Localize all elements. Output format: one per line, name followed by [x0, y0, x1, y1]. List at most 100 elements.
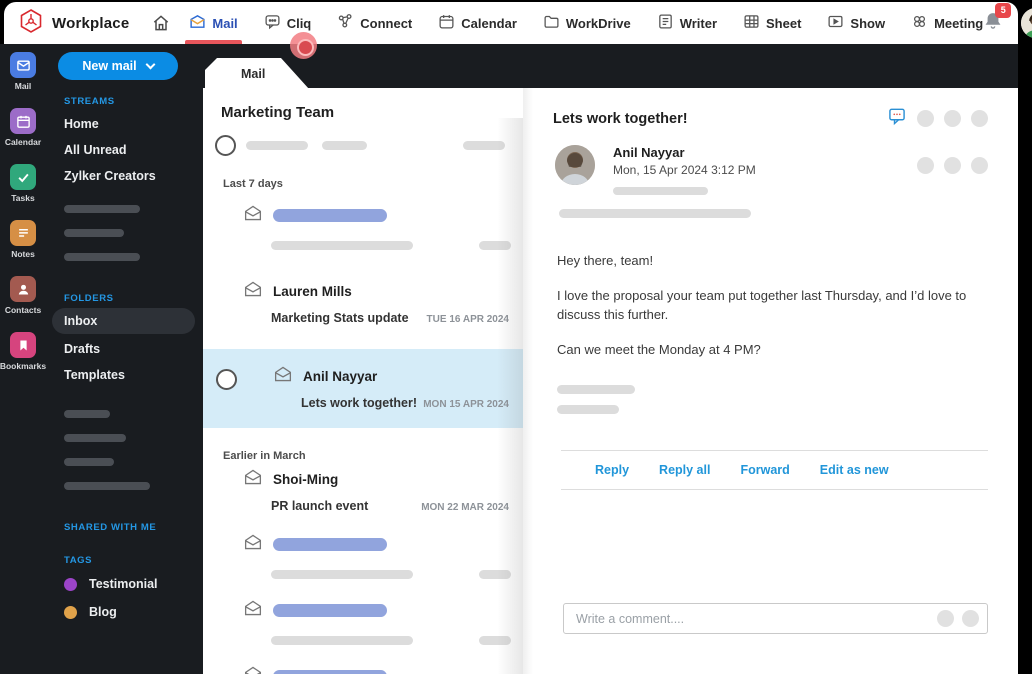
user-avatar[interactable] — [1021, 8, 1032, 38]
home-icon[interactable] — [151, 13, 171, 33]
mail-item-shoi-ming[interactable]: Shoi-Ming PR launch event MON 22 MAR 202… — [203, 462, 523, 525]
placeholder-bar — [246, 141, 308, 150]
network-icon — [337, 13, 354, 33]
sender-name: Anil Nayyar — [613, 145, 685, 160]
forward-link[interactable]: Forward — [740, 463, 789, 477]
tag-label: Testimonial — [89, 577, 158, 591]
topnav-item-show[interactable]: Show — [827, 2, 885, 44]
bookmarks-app-icon — [10, 332, 36, 358]
topnav-item-workdrive[interactable]: WorkDrive — [543, 2, 631, 44]
placeholder-bar — [64, 205, 140, 213]
select-all-checkbox[interactable] — [215, 135, 236, 156]
sidebar-item-home[interactable]: Home — [46, 111, 203, 137]
streams-section-label: STREAMS — [64, 96, 115, 107]
topnav-label: WorkDrive — [565, 15, 631, 31]
message-reader-panel: Lets work together! Anil Nayyar Mon, 15 … — [523, 88, 1018, 674]
placeholder-bar — [273, 209, 387, 222]
topnav-item-writer[interactable]: Writer — [657, 2, 717, 44]
placeholder-bar — [613, 187, 708, 195]
topnav-label: Connect — [360, 15, 413, 31]
mail-subject: PR launch event — [271, 499, 369, 513]
message-subject: Lets work together! — [553, 110, 688, 127]
toolbar-action-placeholder[interactable] — [944, 110, 961, 127]
tag-blog[interactable]: Blog — [46, 598, 203, 626]
placeholder-bar — [271, 241, 413, 250]
shared-section-label: SHARED WITH ME — [64, 522, 157, 533]
mail-subject: Lets work together! — [301, 396, 417, 410]
mail-sender: Lauren Mills — [273, 284, 352, 299]
mail-list-panel: Marketing Team Last 7 days Lauren Mills … — [203, 88, 523, 674]
tag-testimonial[interactable]: Testimonial — [46, 570, 203, 598]
placeholder-bar — [559, 209, 751, 218]
topbar-right: 5 — [983, 2, 1032, 38]
topnav-item-calendar[interactable]: Calendar — [438, 2, 517, 44]
rail-label: Calendar — [4, 137, 42, 147]
sender-avatar — [555, 145, 595, 185]
rail-item-bookmarks[interactable]: Bookmarks — [0, 332, 46, 371]
sidebar-item-templates[interactable]: Templates — [46, 362, 203, 388]
comment-box — [563, 603, 988, 634]
sidebar-item-all-unread[interactable]: All Unread — [46, 137, 203, 163]
comment-input[interactable] — [576, 611, 937, 626]
mail-item-skeleton[interactable] — [203, 645, 523, 674]
topnav-item-sheet[interactable]: Sheet — [743, 2, 801, 44]
comment-action-placeholder[interactable] — [937, 610, 954, 627]
placeholder-bar — [64, 482, 150, 490]
rail-item-notes[interactable]: Notes — [10, 220, 36, 259]
message-action-placeholder[interactable] — [917, 157, 934, 174]
reply-link[interactable]: Reply — [595, 463, 629, 477]
mail-date: MON 15 APR 2024 — [423, 399, 509, 410]
comments-icon[interactable] — [887, 106, 907, 131]
message-action-placeholder[interactable] — [944, 157, 961, 174]
mail-item-anil[interactable]: Anil Nayyar Lets work together! MON 15 A… — [203, 349, 523, 428]
mail-item-skeleton[interactable] — [203, 579, 523, 645]
comment-action-placeholder[interactable] — [962, 610, 979, 627]
topbar: Workplace Mail Cliq Connect Calendar Wor… — [4, 2, 1032, 44]
envelope-icon — [243, 468, 263, 491]
mail-sidebar: New mail STREAMS Home All Unread Zylker … — [46, 52, 203, 626]
rail-item-contacts[interactable]: Contacts — [5, 276, 41, 315]
placeholder-bar — [273, 670, 387, 674]
mail-subject: Marketing Stats update — [271, 311, 409, 325]
message-action-placeholder[interactable] — [971, 157, 988, 174]
new-mail-button[interactable]: New mail — [58, 52, 178, 80]
reply-all-link[interactable]: Reply all — [659, 463, 710, 477]
envelope-icon — [273, 365, 293, 388]
topnav-label: Sheet — [766, 15, 802, 31]
group-label-recent: Last 7 days — [223, 178, 283, 190]
topnav-item-mail[interactable]: Mail — [185, 2, 243, 44]
sidebar-item-inbox[interactable]: Inbox — [52, 308, 195, 334]
toolbar-action-placeholder[interactable] — [917, 110, 934, 127]
sidebar-item-zylker-creators[interactable]: Zylker Creators — [46, 163, 203, 189]
click-indicator — [290, 32, 317, 59]
group-label-earlier: Earlier in March — [223, 450, 306, 462]
topnav-label: Writer — [679, 15, 718, 31]
notifications-bell-icon[interactable]: 5 — [983, 2, 1012, 37]
rail-item-mail[interactable]: Mail — [10, 52, 36, 91]
placeholder-bar — [463, 141, 505, 150]
placeholder-bar — [64, 410, 110, 418]
topnav-item-connect[interactable]: Connect — [337, 2, 412, 44]
presentation-icon — [827, 13, 844, 33]
toolbar-action-placeholder[interactable] — [971, 110, 988, 127]
body-paragraph: I love the proposal your team put togeth… — [557, 287, 967, 322]
rail-item-calendar[interactable]: Calendar — [5, 108, 41, 147]
placeholder-bar — [557, 385, 635, 395]
topnav-label: Show — [850, 15, 886, 31]
rail-item-tasks[interactable]: Tasks — [10, 164, 36, 203]
list-toolbar — [215, 135, 505, 156]
edit-as-new-link[interactable]: Edit as new — [820, 463, 889, 477]
topnav-item-meeting[interactable]: Meeting — [911, 2, 983, 44]
mail-item-skeleton[interactable] — [203, 525, 523, 579]
topnav-label: Calendar — [461, 15, 517, 31]
mail-item-lauren[interactable]: Lauren Mills Marketing Stats update TUE … — [203, 268, 523, 337]
mail-item-skeleton[interactable] — [203, 190, 523, 250]
body-paragraph: Hey there, team! — [557, 253, 654, 268]
sidebar-item-drafts[interactable]: Drafts — [46, 336, 203, 362]
meeting-icon — [911, 13, 928, 33]
placeholder-bar — [271, 570, 413, 579]
placeholder-bar — [64, 229, 124, 237]
rail-label: Bookmarks — [0, 361, 47, 371]
placeholder-bar — [273, 538, 387, 551]
message-checkbox[interactable] — [216, 369, 237, 390]
